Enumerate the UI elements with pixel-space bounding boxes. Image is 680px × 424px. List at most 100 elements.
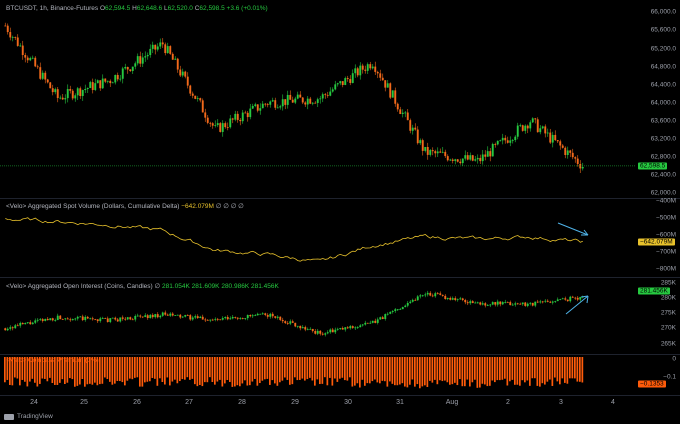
price-candle xyxy=(311,102,314,104)
premium-bar xyxy=(541,357,544,384)
price-candle xyxy=(496,140,499,145)
time-axis[interactable] xyxy=(0,396,636,410)
price-candle xyxy=(51,88,54,93)
price-candle xyxy=(366,64,369,71)
oi-candle xyxy=(354,327,357,329)
price-candle xyxy=(534,118,537,120)
price-candle xyxy=(491,143,494,157)
premium-bar xyxy=(191,357,194,379)
premium-bar xyxy=(401,357,404,384)
oi-candle xyxy=(66,318,69,320)
price-candle xyxy=(574,157,577,159)
oi-candle xyxy=(116,319,119,322)
premium-bar xyxy=(576,357,579,382)
premium-bar xyxy=(376,357,379,383)
premium-bar xyxy=(186,357,189,378)
oi-candle xyxy=(389,311,392,314)
oi-candle xyxy=(206,319,209,321)
oi-candle xyxy=(259,313,262,315)
oi-candle xyxy=(26,322,29,324)
price-candle xyxy=(501,137,504,141)
price-tick: 65,600.0 xyxy=(650,26,676,34)
premium-bar xyxy=(449,357,451,385)
premium-bar xyxy=(141,357,144,387)
oi-candle xyxy=(56,315,59,321)
price-candle xyxy=(134,63,137,67)
oi-candle xyxy=(136,315,139,317)
price-candle xyxy=(404,112,407,114)
price-candle xyxy=(516,125,519,137)
price-candle xyxy=(164,44,167,54)
price-candle xyxy=(114,74,117,83)
premium-bar xyxy=(194,357,196,385)
oi-candle xyxy=(564,298,567,300)
price-candle xyxy=(91,82,94,90)
oi-candle xyxy=(499,301,502,305)
price-candle xyxy=(56,89,59,99)
premium-bar xyxy=(429,357,431,381)
oi-candle xyxy=(461,298,464,301)
oi-candle xyxy=(436,293,439,295)
premium-bar xyxy=(251,357,254,382)
price-candle xyxy=(96,80,99,84)
oi-candle xyxy=(196,316,199,319)
oi-candle xyxy=(559,299,562,300)
price-candle xyxy=(474,159,477,161)
price-candle xyxy=(194,95,197,99)
price-pane[interactable] xyxy=(0,0,636,198)
oi-candle xyxy=(476,302,479,304)
last-price-tag: 62,598.5 xyxy=(638,162,668,170)
price-candle xyxy=(231,118,234,120)
oi-candle xyxy=(506,301,509,303)
price-candle xyxy=(464,155,467,159)
price-candle xyxy=(74,95,77,99)
premium-bar xyxy=(409,357,411,385)
premium-bar xyxy=(574,357,576,379)
oi-candle xyxy=(369,322,372,324)
price-candle xyxy=(84,89,87,91)
oi-candle xyxy=(166,314,169,316)
price-candle xyxy=(469,155,472,160)
price-tick: 64,400.0 xyxy=(650,81,676,89)
premium-bar xyxy=(561,357,564,379)
spot-volume-pane[interactable] xyxy=(0,199,636,277)
oi-candle xyxy=(184,315,187,317)
price-candle xyxy=(511,140,514,141)
open-value: 62,594.5 xyxy=(105,5,131,12)
price-candle xyxy=(381,77,384,81)
price-candle xyxy=(361,65,364,70)
oi-candle xyxy=(336,328,339,330)
oi-candle xyxy=(156,314,159,318)
price-candle xyxy=(524,125,527,131)
oi-tick: 275K xyxy=(660,309,676,317)
oi-candle xyxy=(376,319,379,323)
price-candle xyxy=(201,100,204,113)
oi-candle xyxy=(176,314,179,316)
premium-bar xyxy=(284,357,286,378)
premium-bar xyxy=(279,357,281,383)
oi-candle xyxy=(381,317,384,319)
price-candle xyxy=(369,64,372,69)
oi-candle xyxy=(76,316,79,319)
oi-candle xyxy=(274,316,277,318)
price-candle xyxy=(481,154,484,162)
premium-bar xyxy=(369,357,371,384)
tradingview-brand[interactable]: TradingView xyxy=(4,413,53,420)
premium-bar xyxy=(459,357,461,380)
premium-bar xyxy=(569,357,571,379)
time-tick: 30 xyxy=(344,399,352,406)
premium-axis[interactable]: 0 −0.1 xyxy=(637,355,680,395)
spot-volume-tag: −642.079M xyxy=(638,238,675,246)
oi-candle xyxy=(494,302,497,305)
premium-bar xyxy=(579,357,581,382)
oi-candle xyxy=(46,318,49,321)
oi-candle xyxy=(104,318,107,319)
premium-bar xyxy=(339,357,341,379)
oi-candle xyxy=(241,318,244,319)
premium-bar xyxy=(131,357,134,380)
price-candle xyxy=(364,69,367,71)
oi-candle xyxy=(189,315,192,320)
price-candle xyxy=(471,155,474,161)
premium-bar xyxy=(516,357,519,385)
price-candle xyxy=(304,102,307,105)
